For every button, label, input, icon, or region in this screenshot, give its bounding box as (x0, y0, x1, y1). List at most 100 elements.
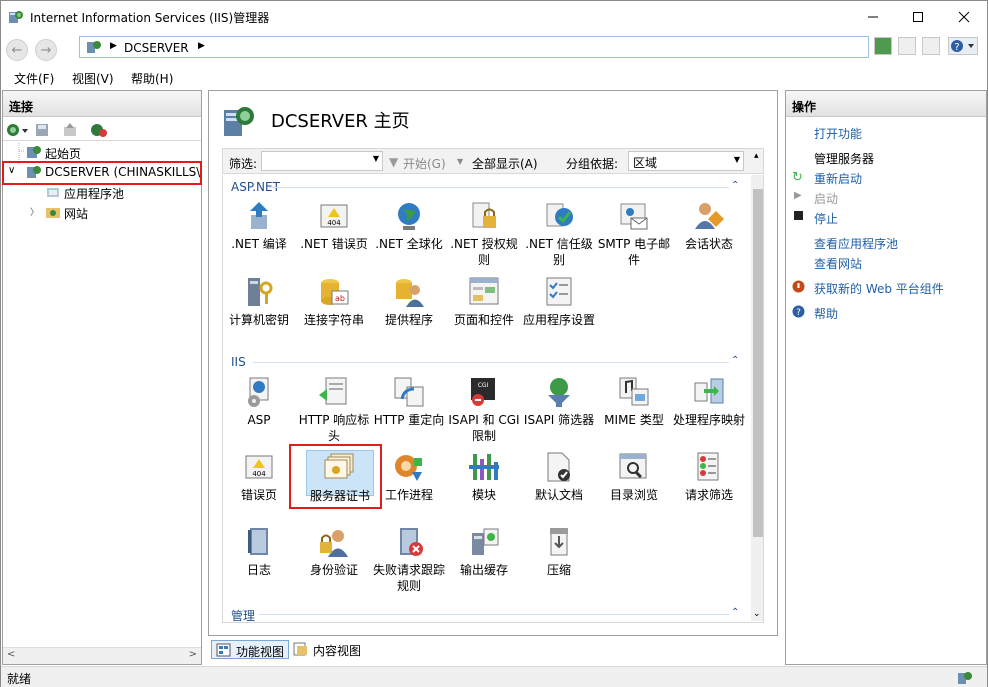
help-dropdown-icon[interactable]: ? (948, 37, 978, 55)
feature-directory-browsing[interactable]: 目录浏览 (596, 450, 672, 503)
feature-failed-request-tracing[interactable]: 失败请求跟踪规则 (371, 525, 447, 594)
section-divider (269, 187, 729, 188)
feature-providers[interactable]: 提供程序 (371, 275, 447, 328)
back-button[interactable]: ← (6, 39, 28, 61)
scroll-right-icon[interactable]: > (189, 649, 197, 660)
stop-icon[interactable] (898, 37, 916, 55)
globe-icon (398, 203, 420, 230)
feature-http-redirect[interactable]: HTTP 重定向 (371, 375, 447, 428)
section-iis[interactable]: IIS (231, 355, 246, 369)
tab-features-view[interactable]: 功能视图 (211, 640, 290, 659)
tree-item-sites[interactable]: 网站 (64, 205, 88, 222)
minimize-button[interactable] (850, 1, 896, 32)
action-open-feature[interactable]: 打开功能 (814, 125, 862, 142)
feature-label: 失败请求跟踪规则 (372, 563, 445, 593)
up-level-icon[interactable] (62, 122, 78, 138)
start-filter-button[interactable]: 开始(G) (403, 155, 446, 172)
section-management[interactable]: 管理 (231, 607, 255, 622)
action-restart[interactable]: 重新启动 (814, 170, 862, 187)
save-icon[interactable] (34, 122, 50, 138)
feature-label: 模块 (471, 488, 496, 502)
modules-icon (469, 454, 499, 480)
feature-label: 页面和控件 (453, 313, 514, 327)
feature-label: .NET 授权规则 (450, 237, 518, 267)
feature-label: 日志 (246, 563, 271, 577)
feature-default-document[interactable]: 默认文档 (521, 450, 597, 503)
refresh-icon[interactable] (874, 37, 892, 55)
feature-logging[interactable]: 日志 (223, 525, 297, 578)
feature-net-globalization[interactable]: .NET 全球化 (371, 199, 447, 252)
feature-isapi-filters[interactable]: ISAPI 筛选器 (521, 375, 597, 428)
feature-net-error-pages[interactable]: 404 .NET 错误页 (296, 199, 372, 252)
section-divider (259, 614, 729, 615)
feature-pages-controls[interactable]: 页面和控件 (446, 275, 522, 328)
feature-net-trust-levels[interactable]: .NET 信任级别 (521, 199, 597, 268)
group-by-select[interactable]: 区域 ▼ (628, 151, 744, 171)
action-stop[interactable]: 停止 (814, 210, 838, 227)
feature-request-filtering[interactable]: 请求筛选 (671, 450, 747, 503)
action-view-sites[interactable]: 查看网站 (814, 255, 862, 272)
collapse-iis-icon[interactable]: ⌃ (731, 355, 739, 366)
feature-machine-key[interactable]: 计算机密钥 (223, 275, 297, 328)
app-settings-icon (546, 277, 572, 306)
menu-view[interactable]: 视图(V) (72, 70, 114, 87)
filter-input[interactable]: ▼ (261, 151, 383, 171)
svg-text:?: ? (796, 308, 801, 318)
feature-worker-processes[interactable]: 工作进程 (371, 450, 447, 503)
failed-request-tracing-icon (400, 528, 423, 556)
response-headers-icon (319, 377, 347, 405)
svg-text:404: 404 (327, 219, 341, 227)
tree-item-start-page[interactable]: 起始页 (45, 145, 81, 162)
action-view-app-pools[interactable]: 查看应用程序池 (814, 235, 898, 252)
feature-connection-strings[interactable]: ab 连接字符串 (296, 275, 372, 328)
disconnect-icon[interactable] (90, 122, 108, 138)
menu-help[interactable]: 帮助(H) (131, 70, 173, 87)
filter-dropdown-icon[interactable]: ▼ (373, 154, 379, 163)
filter-funnel-icon[interactable]: ▼ (389, 155, 398, 169)
maximize-button[interactable] (895, 1, 941, 32)
start-dropdown-icon[interactable]: ▼ (457, 157, 463, 166)
tree-item-app-pools[interactable]: 应用程序池 (64, 185, 124, 202)
action-get-web-platform[interactable]: 获取新的 Web 平台组件 (814, 280, 944, 297)
isapi-filters-icon (548, 378, 570, 407)
feature-mime-types[interactable]: MIME 类型 (596, 375, 672, 428)
address-field[interactable]: ▶ DCSERVER ▶ (79, 36, 869, 58)
feature-label: 处理程序映射 (672, 413, 745, 427)
feature-isapi-cgi[interactable]: CGI ISAPI 和 CGI 限制 (446, 375, 522, 444)
collapse-management-icon[interactable]: ⌃ (731, 607, 739, 618)
menu-file[interactable]: 文件(F) (14, 70, 54, 87)
close-button[interactable] (941, 1, 987, 32)
feature-output-caching[interactable]: 输出缓存 (446, 525, 522, 578)
feature-authentication[interactable]: 身份验证 (296, 525, 372, 578)
feature-compression[interactable]: 压缩 (521, 525, 597, 578)
connect-icon[interactable] (6, 122, 32, 138)
feature-smtp-email[interactable]: SMTP 电子邮件 (596, 199, 672, 268)
scroll-left-icon[interactable]: < (7, 649, 15, 660)
scroll-down-icon[interactable]: ⌄ (753, 609, 761, 619)
action-start[interactable]: 启动 (814, 190, 838, 207)
feature-error-pages[interactable]: 404 错误页 (223, 450, 297, 503)
vertical-scrollbar[interactable]: ⌄ (751, 175, 763, 621)
feature-session-state[interactable]: 会话状态 (671, 199, 747, 252)
horizontal-scrollbar[interactable]: < > (3, 647, 201, 664)
expand-chevron-right-icon[interactable]: 〉 (30, 205, 39, 218)
tab-content-view[interactable]: 内容视图 (289, 640, 365, 659)
feature-http-response-headers[interactable]: HTTP 响应标头 (296, 375, 372, 444)
feature-handler-mappings[interactable]: 处理程序映射 (671, 375, 747, 428)
home-icon[interactable] (922, 37, 940, 55)
feature-label: 会话状态 (684, 237, 733, 251)
action-help[interactable]: 帮助 (814, 305, 838, 322)
feature-net-compilation[interactable]: .NET 编译 (223, 199, 297, 252)
forward-button[interactable]: → (35, 39, 57, 61)
filter-scroll-up-icon[interactable]: ▴ (754, 151, 759, 161)
feature-asp[interactable]: ASP (223, 375, 297, 428)
collapse-aspnet-icon[interactable]: ⌃ (731, 180, 739, 191)
show-all-button[interactable]: 全部显示(A) (472, 155, 538, 172)
scrollbar-thumb[interactable] (753, 189, 763, 537)
feature-modules[interactable]: 模块 (446, 450, 522, 503)
feature-net-authorization[interactable]: .NET 授权规则 (446, 199, 522, 268)
feature-app-settings[interactable]: 应用程序设置 (521, 275, 597, 328)
worker-processes-icon (395, 455, 422, 481)
feature-label: .NET 编译 (231, 237, 287, 251)
group-by-dropdown-icon[interactable]: ▼ (734, 155, 740, 164)
